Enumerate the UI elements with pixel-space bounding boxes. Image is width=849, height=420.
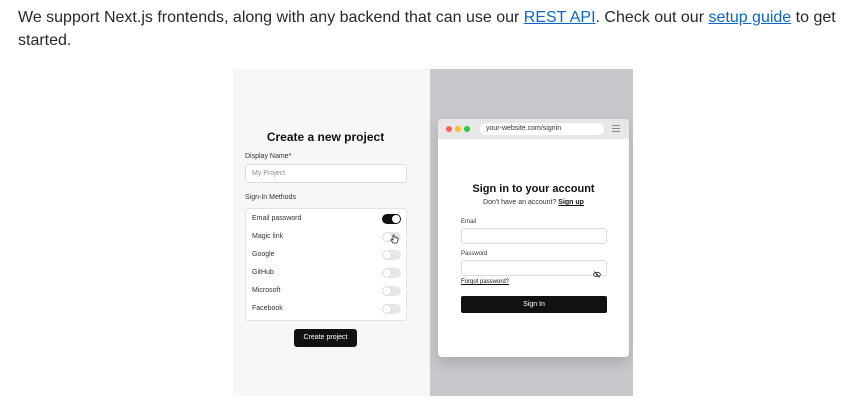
toggle-knob <box>383 251 391 259</box>
method-label: Facebook <box>252 305 283 312</box>
method-label: GitHub <box>252 269 274 276</box>
facebook-toggle[interactable] <box>382 304 401 314</box>
toggle-knob <box>383 287 391 295</box>
sign-up-link[interactable]: Sign up <box>558 199 584 206</box>
sign-in-title: Sign in to your account <box>472 183 595 195</box>
create-project-button[interactable]: Create project <box>294 329 357 347</box>
method-row-microsoft: Microsoft <box>246 282 406 300</box>
toggle-knob <box>383 305 391 313</box>
email-password-toggle[interactable] <box>382 214 401 224</box>
method-row-email-password: Email password <box>246 210 406 228</box>
address-bar[interactable]: your-website.com/signin <box>480 123 604 135</box>
forgot-password-link[interactable]: Forgot password? <box>461 279 509 285</box>
intro-paragraph: We support Next.js frontends, along with… <box>18 6 843 52</box>
method-label: Email password <box>252 215 302 222</box>
method-label: Magic link <box>252 233 284 240</box>
method-row-magic-link: Magic link <box>246 228 406 246</box>
maximize-dot-icon[interactable] <box>464 126 470 132</box>
email-field[interactable] <box>461 228 607 244</box>
display-name-label: Display Name* <box>245 153 292 160</box>
browser-toolbar: your-website.com/signin <box>438 119 629 139</box>
intro-text-middle: . Check out our <box>595 9 709 26</box>
toggle-knob <box>392 215 400 223</box>
display-name-input[interactable]: My Project <box>245 164 407 183</box>
sign-in-button[interactable]: Sign In <box>461 296 607 313</box>
github-toggle[interactable] <box>382 268 401 278</box>
sign-in-preview-panel: your-website.com/signin Sign in to your … <box>430 69 633 396</box>
password-field[interactable] <box>461 260 607 278</box>
sign-in-methods-label: Sign-In Methods <box>245 194 296 201</box>
method-row-google: Google <box>246 246 406 264</box>
method-label: Microsoft <box>252 287 281 294</box>
password-label: Password <box>461 251 488 257</box>
eye-off-icon[interactable] <box>593 265 601 278</box>
method-row-facebook: Facebook <box>246 300 406 318</box>
intro-text-before: We support Next.js frontends, along with… <box>18 9 524 26</box>
method-label: Google <box>252 251 275 258</box>
setup-guide-link[interactable]: setup guide <box>708 9 791 26</box>
browser-window: your-website.com/signin Sign in to your … <box>438 119 629 357</box>
sign-in-methods-list: Email password Magic link Google GitHub … <box>245 208 407 321</box>
google-toggle[interactable] <box>382 250 401 260</box>
product-illustration: Create a new project Display Name* My Pr… <box>233 69 633 396</box>
hamburger-icon[interactable] <box>612 125 620 132</box>
email-label: Email <box>461 219 477 225</box>
toggle-knob <box>383 269 391 277</box>
microsoft-toggle[interactable] <box>382 286 401 296</box>
close-dot-icon[interactable] <box>446 126 452 132</box>
no-account-text: Don't have an account? <box>483 199 559 206</box>
method-row-github: GitHub <box>246 264 406 282</box>
hand-cursor-icon <box>390 234 399 244</box>
minimize-dot-icon[interactable] <box>455 126 461 132</box>
create-project-panel: Create a new project Display Name* My Pr… <box>233 69 430 396</box>
sign-up-prompt: Don't have an account? Sign up <box>438 199 629 206</box>
create-project-title: Create a new project <box>266 130 385 144</box>
rest-api-link[interactable]: REST API <box>524 9 596 26</box>
